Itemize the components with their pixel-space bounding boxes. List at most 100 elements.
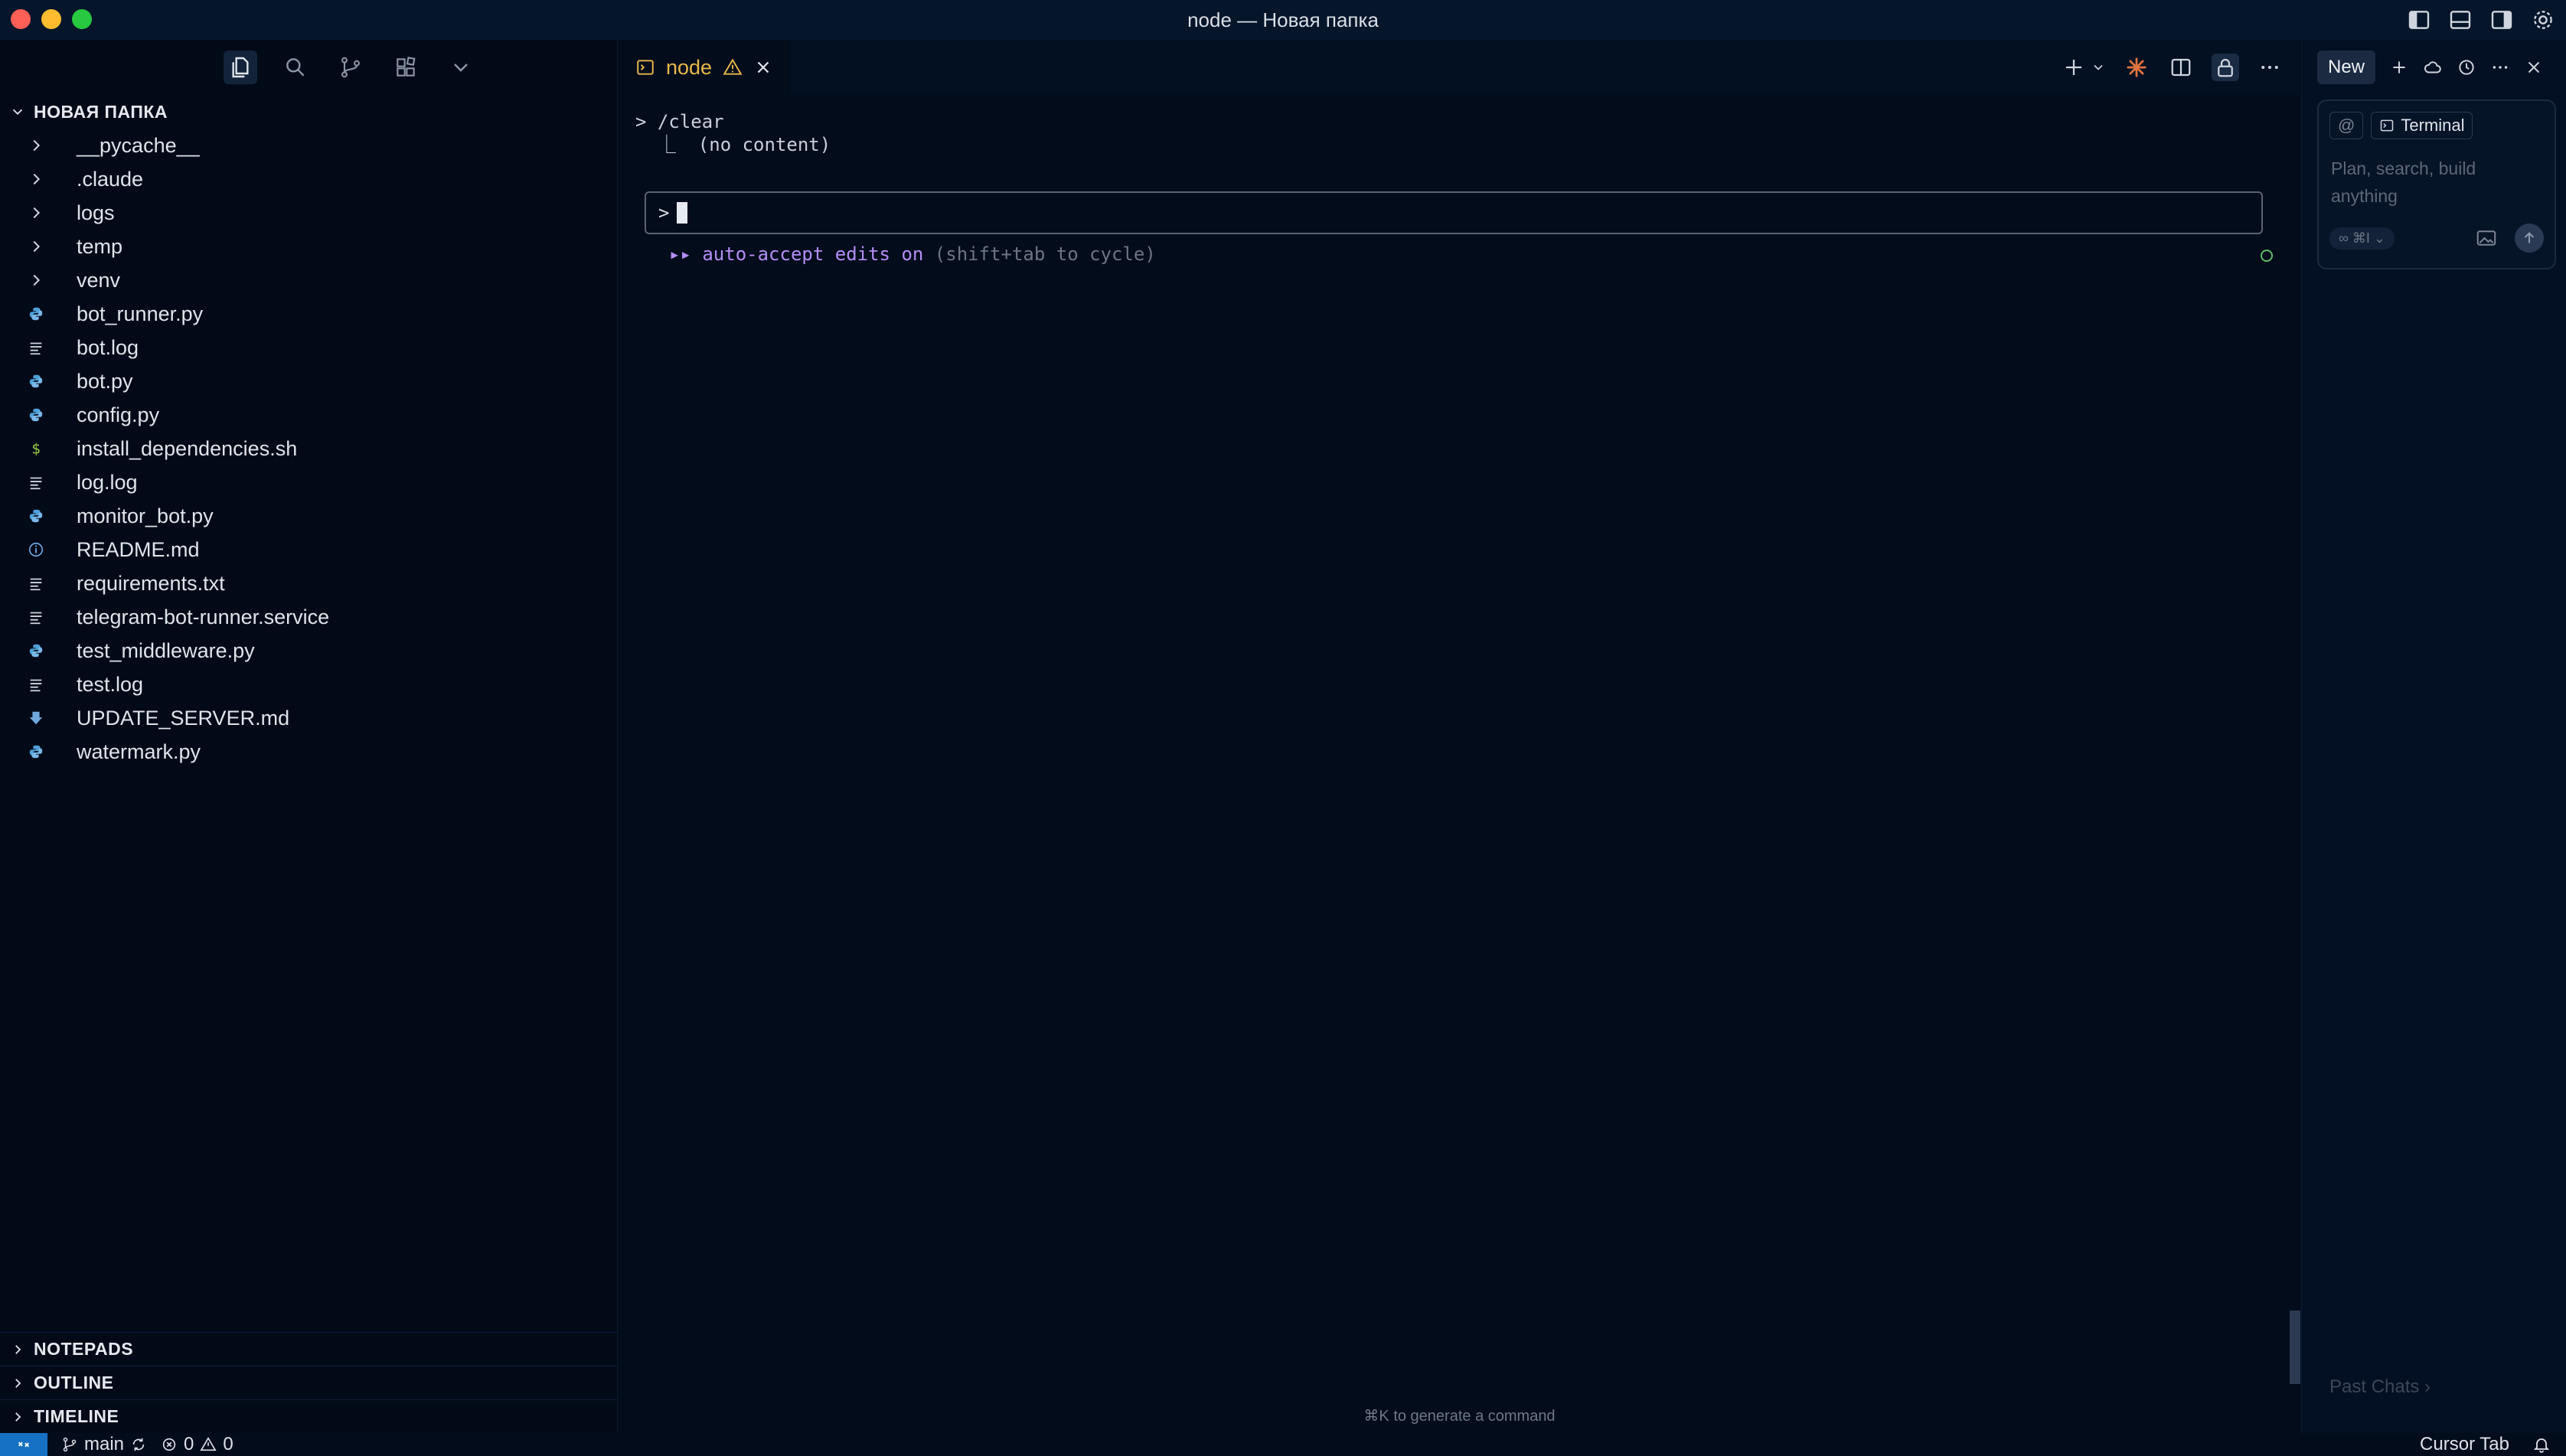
tree-item-label: bot.py	[77, 369, 133, 393]
close-panel-icon[interactable]	[2524, 57, 2544, 77]
more-actions-ellipsis-icon[interactable]	[2256, 54, 2284, 81]
image-upload-icon[interactable]	[2475, 227, 2498, 250]
send-button[interactable]	[2515, 224, 2544, 253]
new-chat-tab[interactable]: New	[2317, 51, 2376, 84]
explorer-folder-header[interactable]: НОВАЯ ПАПКА	[0, 95, 617, 129]
editor-actions	[2060, 54, 2284, 81]
status-bar: main 0 0 Cursor Tab	[0, 1433, 2566, 1456]
chip-label: Terminal	[2401, 116, 2465, 135]
new-terminal-plus-icon[interactable]	[2060, 54, 2088, 81]
python-file-icon	[28, 373, 52, 390]
file-item[interactable]: watermark.py	[0, 735, 617, 769]
lock-icon[interactable]	[2212, 54, 2239, 81]
chat-input-box[interactable]: @ Terminal Plan, search, build anything …	[2317, 100, 2556, 269]
info-icon	[28, 541, 52, 558]
section-notepads[interactable]: NOTEPADS	[0, 1332, 618, 1366]
branch-indicator[interactable]: main	[61, 1434, 147, 1455]
chevron-right-icon	[15, 1378, 21, 1388]
status-bar-right: Cursor Tab	[2420, 1433, 2551, 1456]
file-item[interactable]: log.log	[0, 465, 617, 499]
file-item[interactable]: README.md	[0, 533, 617, 566]
source-control-icon[interactable]	[334, 51, 367, 84]
folder-item[interactable]: logs	[0, 196, 617, 230]
tab-label: node	[666, 55, 713, 79]
sync-icon[interactable]	[130, 1436, 147, 1453]
cycle-hint: (shift+tab to cycle)	[934, 243, 1156, 265]
folder-item[interactable]: .claude	[0, 162, 617, 196]
file-item[interactable]: bot.py	[0, 364, 617, 398]
folder-item[interactable]: __pycache__	[0, 129, 617, 162]
terminal-context-chip[interactable]: Terminal	[2371, 112, 2473, 139]
plus-icon[interactable]	[2389, 57, 2409, 77]
notifications-bell-icon[interactable]	[2532, 1435, 2551, 1454]
terminal-output: > /clear ⎿ (no content)	[635, 110, 2289, 156]
terminal-icon	[637, 60, 654, 75]
shell-script-icon: $	[28, 440, 52, 457]
section-timeline[interactable]: TIMELINE	[0, 1399, 618, 1433]
split-editor-icon[interactable]	[2167, 54, 2195, 81]
cursor-tab-status[interactable]: Cursor Tab	[2420, 1434, 2509, 1455]
close-tab-icon[interactable]	[753, 57, 773, 77]
past-chats-link[interactable]: Past Chats ›	[2329, 1376, 2431, 1398]
tree-item-label: config.py	[77, 403, 160, 426]
settings-gear-icon[interactable]	[2531, 8, 2555, 32]
cloud-icon[interactable]	[2423, 57, 2443, 77]
add-context-button[interactable]: @	[2329, 112, 2364, 139]
toggle-secondary-sidebar-icon[interactable]	[2489, 8, 2514, 32]
file-item[interactable]: telegram-bot-runner.service	[0, 600, 617, 634]
file-item[interactable]: bot_runner.py	[0, 297, 617, 331]
more-views-chevron-down-icon[interactable]	[444, 51, 478, 84]
terminal-dropdown-chevron-icon[interactable]	[2091, 54, 2106, 81]
tab-node[interactable]: node	[619, 40, 791, 95]
python-file-icon	[28, 642, 52, 659]
explorer-files-icon[interactable]	[224, 51, 257, 84]
tree-item-label: .claude	[77, 167, 144, 191]
error-icon	[162, 1438, 176, 1451]
chevron-right-icon	[15, 1412, 21, 1422]
folder-item[interactable]: venv	[0, 263, 617, 297]
maximize-window-button[interactable]	[72, 9, 92, 29]
terminal-scrollbar[interactable]	[2290, 1311, 2300, 1384]
auto-accept-hint: ▸▸ auto-accept edits on (shift+tab to cy…	[669, 243, 1156, 265]
file-item[interactable]: monitor_bot.py	[0, 499, 617, 533]
close-window-button[interactable]	[11, 9, 31, 29]
text-cursor	[677, 202, 688, 224]
context-chips: @ Terminal	[2319, 101, 2555, 139]
file-item[interactable]: UPDATE_SERVER.md	[0, 701, 617, 735]
history-icon[interactable]	[2457, 57, 2476, 77]
section-label: TIMELINE	[34, 1406, 119, 1426]
minimize-window-button[interactable]	[41, 9, 61, 29]
agent-mode-selector[interactable]: ∞ ⌘I ⌄	[2329, 227, 2395, 250]
git-branch-icon	[63, 1437, 77, 1452]
chevron-right-icon	[28, 238, 52, 255]
toggle-primary-sidebar-icon[interactable]	[2407, 8, 2431, 32]
tree-item-label: temp	[77, 234, 123, 258]
text-file-icon	[28, 609, 52, 625]
file-item[interactable]: bot.log	[0, 331, 617, 364]
title-bar: node — Новая папка	[0, 0, 2566, 40]
remote-indicator[interactable]	[0, 1433, 47, 1456]
file-item[interactable]: test.log	[0, 668, 617, 701]
file-item[interactable]: config.py	[0, 398, 617, 432]
layout-controls	[2407, 8, 2555, 32]
file-item[interactable]: requirements.txt	[0, 566, 617, 600]
claude-spark-icon[interactable]	[2123, 54, 2150, 81]
section-outline[interactable]: OUTLINE	[0, 1366, 618, 1399]
file-item[interactable]: test_middleware.py	[0, 634, 617, 668]
chat-placeholder[interactable]: Plan, search, build anything	[2319, 139, 2518, 210]
text-file-icon	[28, 575, 52, 592]
terminal-icon	[2381, 119, 2394, 132]
folder-item[interactable]: temp	[0, 230, 617, 263]
toggle-panel-icon[interactable]	[2448, 8, 2473, 32]
search-icon[interactable]	[279, 51, 312, 84]
terminal-prompt-input[interactable]: >	[645, 191, 2263, 234]
problems-indicator[interactable]: 0 0	[161, 1434, 233, 1455]
editor-tab-bar: node	[619, 40, 2300, 95]
more-ellipsis-icon[interactable]	[2490, 57, 2510, 77]
extensions-icon[interactable]	[389, 51, 423, 84]
file-item[interactable]: $ install_dependencies.sh	[0, 432, 617, 465]
svg-text:$: $	[32, 441, 41, 457]
tree-item-label: bot_runner.py	[77, 302, 204, 325]
tree-item-label: venv	[77, 268, 121, 292]
python-file-icon	[28, 406, 52, 423]
